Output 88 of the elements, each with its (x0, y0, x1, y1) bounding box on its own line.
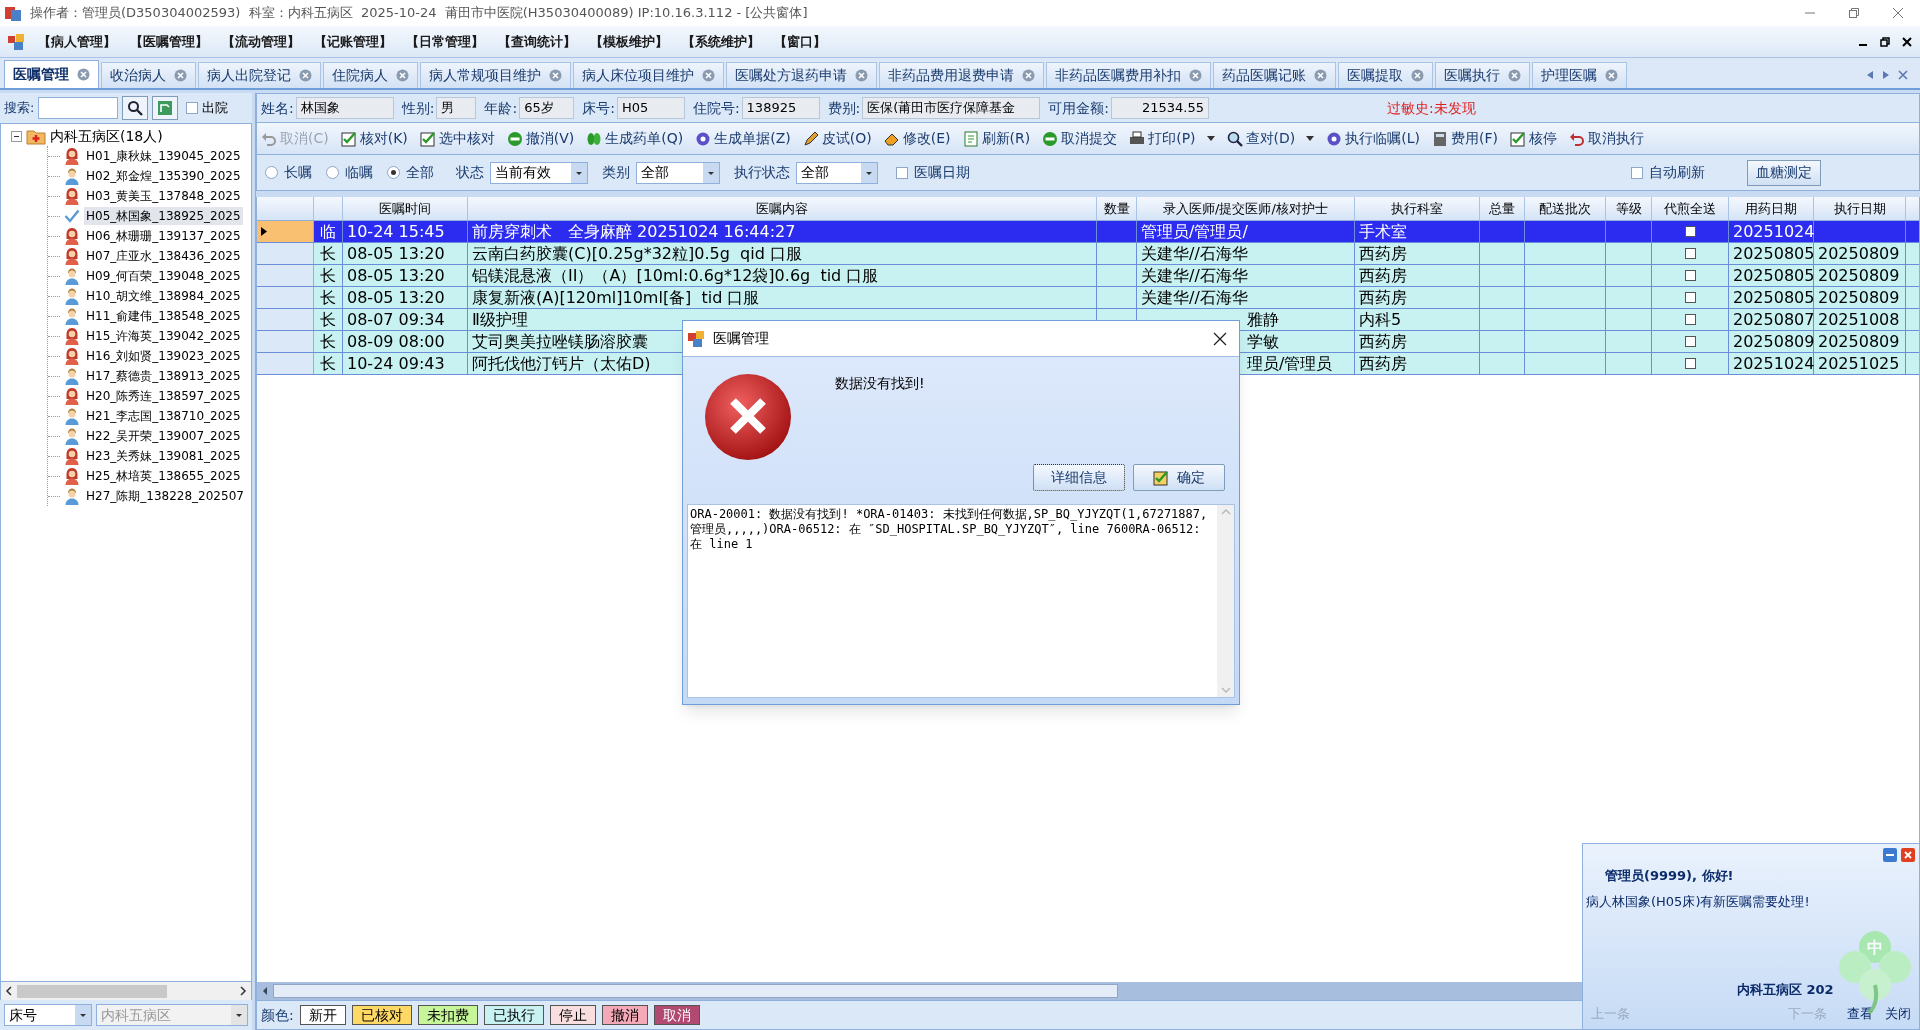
table-cell-text: 关建华//石海华 (1141, 286, 1248, 309)
table-cell-text: 关建华//石海华 (1141, 242, 1248, 265)
readonly-field: 65岁 (519, 97, 575, 119)
table-cell-text: 手术室 (1359, 220, 1407, 243)
checkbox-label: 医嘱日期 (914, 163, 970, 182)
table-cell-text: 铝镁混悬液（II）（A）[10ml:0.6g*12袋]0.6g tid 口服 (472, 264, 879, 287)
table-cell-text: Ⅱ级护理 (472, 308, 528, 331)
checkbox-label: 自动刷新 (1649, 163, 1705, 182)
legend-swatch: 新开 (299, 1005, 346, 1025)
table-cell-text: 西药房 (1359, 242, 1407, 265)
table-cell-text: 康复新液(A)[120ml]10ml[备] tid 口服 (472, 286, 760, 309)
table-cell-text: 20251025 (1818, 352, 1900, 375)
table-cell-text: 08-09 08:00 (347, 330, 445, 353)
field-label: 年龄: (484, 98, 518, 118)
readonly-field: H05 (616, 97, 685, 119)
table-cell-text: 艾司奥美拉唑镁肠溶胶囊 (472, 330, 648, 353)
table-cell-text: 管理员/管理员/ (1141, 220, 1248, 243)
table-cell-text: 08-05 13:20 (347, 286, 445, 309)
table-cell-text: 20250809 (1818, 286, 1900, 309)
table-cell-text: 10-24 15:45 (347, 220, 445, 243)
table-cell-text: 20251024 (1733, 220, 1815, 243)
table-cell-text: 前房穿刺术 全身麻醉 20251024 16:44:27 (472, 220, 796, 243)
table-cell-text: 20250809 (1818, 242, 1900, 265)
readonly-field: 138925 (741, 97, 820, 119)
table-cell: 长 (314, 265, 343, 286)
error-details-text: ORA-20001: 数据没有找到! *ORA-01403: 未找到任何数据,SP_BQ_YJYZQT(1,67271887,管理员,,,,,)ORA-06512: 在 ″SD_HOSPITAL.SP_BQ_YJYZQT″, line 7600RA-06512: 在 line 1 (689, 506, 1209, 553)
field-label: 状态 (456, 163, 484, 182)
notification-message: 病人林国象(H05床)有新医嘱需要处理! (1586, 892, 1811, 911)
table-cell-text: 10-24 09:43 (347, 352, 445, 375)
table-cell-text: 20250805 (1733, 286, 1815, 309)
radio-label: 临嘱 (345, 163, 373, 182)
table-cell: 临 (314, 221, 343, 242)
table-cell-text: 理员/管理员 (1247, 352, 1333, 375)
table-cell-text: 08-07 09:34 (347, 308, 445, 331)
notification-footer: 内科五病区 202 (1737, 979, 1834, 999)
table-cell: 长 (314, 353, 343, 374)
field-label: 费别: (827, 98, 861, 118)
window-title: 操作者：管理员(D350304002593) 科室：内科五病区 2025-10-24 莆田市中医院(H35030400089) IP:10.16.3.112 - [公共窗体] (30, 4, 808, 23)
legend-label: 颜色: (261, 1005, 294, 1025)
table-cell-text: 阿托伐他汀钙片（太佑D) (472, 352, 651, 375)
field-label: 可用金额: (1048, 98, 1110, 118)
readonly-field: 医保(莆田市医疗保障基金 (862, 97, 1041, 119)
field-label: 床号: (582, 98, 615, 118)
radio-label: 全部 (406, 163, 434, 182)
table-cell-text: 雅静 (1247, 308, 1279, 331)
legend-swatch: 已执行 (483, 1005, 544, 1025)
dialog-message: 数据没有找到! (835, 374, 925, 393)
table-cell-text: 西药房 (1359, 264, 1407, 287)
table-cell-text: 西药房 (1359, 330, 1407, 353)
table-cell-text: 内科5 (1359, 308, 1402, 331)
table-cell-text: 20250809 (1733, 330, 1815, 353)
field-label: 住院号: (692, 98, 740, 118)
table-cell: 长 (314, 243, 343, 264)
allergy-text: 过敏史:未发现 (1387, 98, 1476, 118)
table-cell-text: 20250807 (1733, 308, 1815, 331)
dialog-title: 医嘱管理 (713, 329, 769, 348)
table-cell: 长 (314, 287, 343, 308)
table-cell-text: 20251024 (1733, 352, 1815, 375)
legend-swatch: 未扣费 (417, 1005, 478, 1025)
legend-swatch: 撤消 (601, 1005, 648, 1025)
legend-swatch: 停止 (549, 1005, 596, 1025)
table-cell: 长 (314, 331, 343, 352)
table-cell-text: 云南白药胶囊(C)[0.25g*32粒]0.5g qid 口服 (472, 242, 802, 265)
field-label: 执行状态 (734, 163, 790, 182)
table-cell-text: 20250805 (1733, 264, 1815, 287)
table-cell-text: 西药房 (1359, 352, 1407, 375)
table-cell-text: 关建华//石海华 (1141, 264, 1248, 287)
table-cell-text: 20250809 (1818, 330, 1900, 353)
table-cell-text: 20250805 (1733, 242, 1815, 265)
table-cell-text: 学敏 (1247, 330, 1279, 353)
readonly-field: 21534.55 (1111, 97, 1210, 119)
field-label: 姓名: (261, 98, 294, 118)
field-label: 类别 (602, 163, 630, 182)
table-cell-text: 08-05 13:20 (347, 242, 445, 265)
table-cell: 长 (314, 309, 343, 330)
table-cell-text: 西药房 (1359, 286, 1407, 309)
legend-swatch: 取消 (653, 1005, 700, 1025)
search-label: 搜索: (4, 99, 35, 118)
radio-label: 长嘱 (284, 163, 312, 182)
legend-swatch: 已核对 (351, 1005, 412, 1025)
table-cell-text: 20251008 (1818, 308, 1900, 331)
readonly-field: 林国象 (295, 97, 394, 119)
greeting-text: 管理员(9999), 你好! (1605, 867, 1735, 885)
readonly-field: 男 (436, 97, 477, 119)
table-cell-text: 20250809 (1818, 264, 1900, 287)
field-label: 性别: (401, 98, 435, 118)
table-cell-text: 08-05 13:20 (347, 264, 445, 287)
checkbox-label: 出院 (202, 99, 229, 118)
